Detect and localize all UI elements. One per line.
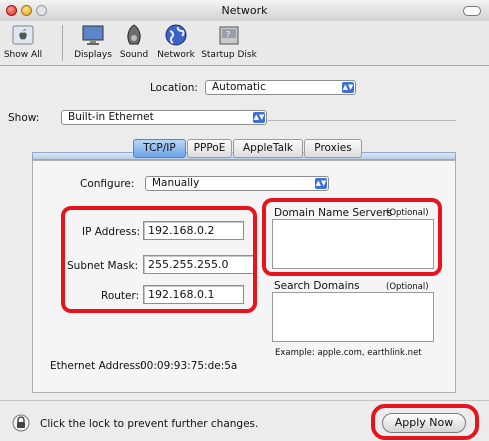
location-label: Location: — [150, 82, 198, 94]
divider — [268, 120, 456, 121]
lock-text: Click the lock to prevent further change… — [40, 418, 259, 430]
toolbar-label: Network — [157, 50, 195, 60]
footer-divider — [0, 400, 489, 401]
globe-icon — [164, 23, 188, 47]
tab-proxies[interactable]: Proxies — [304, 139, 362, 158]
show-label: Show: — [8, 112, 40, 124]
toolbar-network[interactable]: Network — [154, 23, 198, 60]
location-value: Automatic — [212, 81, 266, 93]
highlight-dns — [262, 198, 442, 276]
search-domains-optional: (Optional) — [386, 282, 429, 292]
toolbar-label: Startup Disk — [201, 50, 257, 60]
display-icon — [81, 23, 105, 47]
tab-pppoe[interactable]: PPPoE — [187, 139, 232, 158]
chevron-updown-icon: ▲▼ — [315, 178, 327, 189]
title-bar: Network — [0, 0, 489, 22]
toolbar-sound[interactable]: Sound — [117, 23, 151, 60]
lock-icon[interactable] — [12, 414, 30, 432]
toolbar-label: Displays — [74, 50, 112, 60]
show-value: Built-in Ethernet — [68, 111, 154, 123]
location-popup[interactable]: Automatic ▲▼ — [205, 80, 356, 95]
configure-value: Manually — [152, 177, 200, 189]
chevron-updown-icon: ▲▼ — [253, 112, 265, 123]
toolbar-label: Show All — [3, 50, 43, 60]
apple-grid-icon — [11, 23, 35, 47]
tab-tcpip[interactable]: TCP/IP — [133, 139, 186, 158]
ethernet-address-value: 00:09:93:75:de:5a — [140, 360, 238, 372]
search-domains-label: Search Domains — [274, 280, 360, 292]
search-domains-field[interactable] — [272, 292, 434, 342]
toolbar-toggle-button[interactable] — [463, 6, 481, 16]
search-domains-example: Example: apple.com, earthlink.net — [275, 348, 422, 358]
speaker-icon — [122, 23, 146, 47]
configure-label: Configure: — [80, 178, 135, 190]
toolbar-show-all[interactable]: Show All — [3, 23, 43, 60]
toolbar-separator — [62, 25, 63, 61]
ethernet-address-label: Ethernet Address: — [50, 360, 144, 372]
svg-text:?: ? — [226, 30, 230, 39]
toolbar: Show All Displays Sound Network ? Startu… — [0, 21, 489, 66]
chevron-updown-icon: ▲▼ — [342, 82, 354, 93]
disk-icon: ? — [217, 23, 241, 47]
configure-popup[interactable]: Manually ▲▼ — [145, 176, 329, 191]
toolbar-displays[interactable]: Displays — [73, 23, 113, 60]
window-title: Network — [221, 4, 268, 17]
tab-appletalk[interactable]: AppleTalk — [233, 139, 303, 158]
apply-now-button[interactable]: Apply Now — [382, 413, 466, 433]
highlight-ip-settings — [61, 206, 257, 313]
show-popup[interactable]: Built-in Ethernet ▲▼ — [61, 110, 267, 125]
toolbar-label: Sound — [119, 50, 149, 60]
toolbar-startup-disk[interactable]: ? Startup Disk — [201, 23, 257, 60]
